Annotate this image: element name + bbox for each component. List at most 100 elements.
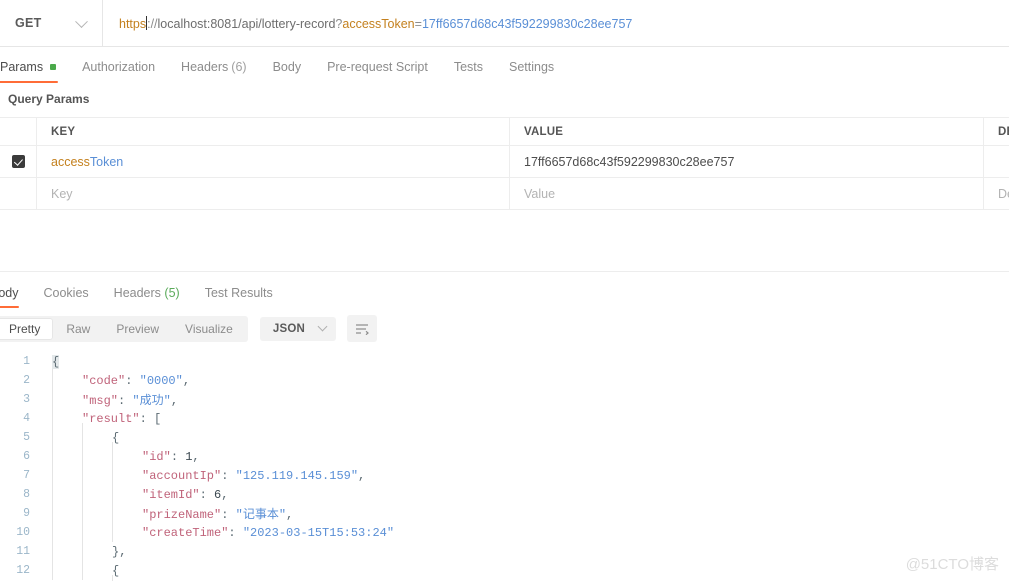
- code-text: "createTime": "2023-03-15T15:53:24": [40, 526, 394, 540]
- code-text: {: [40, 354, 60, 369]
- format-preview-label: Preview: [116, 321, 160, 336]
- code-token: "记事本": [235, 508, 287, 522]
- code-token: ,: [358, 468, 366, 483]
- row-description-cell[interactable]: [984, 146, 1009, 177]
- line-number: 12: [16, 564, 30, 577]
- query-params-title: Query Params: [8, 92, 90, 106]
- wrap-lines-button[interactable]: [346, 315, 377, 342]
- code-token: "prizeName": [142, 508, 222, 522]
- response-tab-headers[interactable]: Headers (5): [114, 286, 180, 308]
- param-key-part2: Token: [89, 154, 124, 169]
- response-tab-test-results[interactable]: Test Results: [205, 286, 273, 308]
- code-token: ,: [182, 373, 191, 388]
- language-selector-label: JSON: [272, 322, 305, 335]
- code-token: "0000": [139, 373, 183, 388]
- response-body-code[interactable]: 1{2 "code": "0000", 3 "msg": "成功", 4 "result"…: [0, 352, 1009, 581]
- code-token: ,: [221, 487, 229, 502]
- tab-pre-request-script-label: Pre-request Script: [327, 60, 428, 74]
- url-input[interactable]: https://localhost:8081/api/lottery-recor…: [103, 0, 1009, 47]
- chevron-down-icon: [317, 321, 328, 332]
- request-tab-bar: Params Authorization Headers (6) Body Pr…: [0, 47, 1009, 83]
- url-host: localhost:8081: [157, 16, 239, 31]
- tab-body-label: Body: [272, 60, 302, 74]
- row-checkbox-cell[interactable]: [0, 146, 37, 177]
- param-key-part1: access: [51, 154, 90, 169]
- code-line: 5{: [0, 428, 1009, 447]
- code-token: "125.119.145.159": [235, 468, 359, 483]
- param-value-text: 17ff6657d68c43f592299830c28ee757: [524, 154, 735, 169]
- http-method-selector[interactable]: GET: [0, 0, 103, 47]
- code-token: "itemId": [142, 487, 200, 502]
- code-text: "id": 1,: [40, 450, 200, 464]
- placeholder-value-text: Value: [524, 186, 556, 201]
- tab-authorization[interactable]: Authorization: [82, 60, 155, 83]
- pane-divider: [0, 271, 1009, 272]
- format-raw-label: Raw: [66, 321, 91, 336]
- format-pretty[interactable]: Pretty: [0, 317, 54, 340]
- tab-settings[interactable]: Settings: [509, 60, 554, 83]
- line-number: 5: [23, 431, 30, 444]
- code-token: "id": [142, 449, 171, 464]
- placeholder-checkbox-cell[interactable]: [0, 178, 37, 209]
- response-format-toolbar: Pretty Raw Preview Visualize JSON: [0, 315, 377, 342]
- row-value-cell[interactable]: 17ff6657d68c43f592299830c28ee757: [510, 146, 984, 177]
- code-text: {: [40, 564, 119, 578]
- table-row[interactable]: accessToken 17ff6657d68c43f592299830c28e…: [0, 146, 1009, 178]
- format-raw[interactable]: Raw: [53, 318, 103, 340]
- code-token: :: [139, 411, 155, 426]
- code-text: "prizeName": "记事本",: [40, 505, 293, 522]
- code-line: 2 "code": "0000",: [0, 371, 1009, 390]
- format-visualize-label: Visualize: [185, 321, 233, 336]
- query-params-table: KEY VALUE DE accessToken 17ff6657d68c43f…: [0, 117, 1009, 210]
- response-tab-headers-label: Headers: [113, 286, 161, 300]
- watermark: @51CTO博客: [905, 556, 999, 573]
- format-pretty-label: Pretty: [9, 321, 41, 336]
- language-selector[interactable]: JSON: [259, 316, 336, 341]
- code-token: "createTime": [142, 525, 229, 540]
- code-token: "2023-03-15T15:53:24": [242, 525, 395, 540]
- code-line: 3 "msg": "成功",: [0, 390, 1009, 409]
- tab-pre-request-script[interactable]: Pre-request Script: [327, 60, 428, 83]
- format-visualize[interactable]: Visualize: [172, 318, 246, 340]
- tab-tests[interactable]: Tests: [454, 60, 483, 83]
- header-description-cell: DE: [984, 118, 1009, 145]
- tab-headers-count: (6): [231, 60, 247, 74]
- header-checkbox-cell: [0, 118, 37, 145]
- code-token: :: [170, 449, 186, 464]
- tab-body[interactable]: Body: [273, 60, 302, 83]
- url-bar: GET https://localhost:8081/api/lottery-r…: [0, 0, 1009, 47]
- placeholder-key-cell[interactable]: Key: [37, 178, 510, 209]
- response-tab-test-results-label: Test Results: [204, 286, 273, 300]
- url-path: /api/lottery-record: [238, 16, 336, 31]
- tab-headers[interactable]: Headers (6): [181, 60, 247, 83]
- code-token: :: [221, 508, 236, 522]
- header-value-cell: VALUE: [510, 118, 984, 145]
- header-key-cell: KEY: [37, 118, 510, 145]
- code-text: {: [40, 431, 119, 445]
- row-key-cell[interactable]: accessToken: [37, 146, 510, 177]
- url-scheme: https: [119, 16, 147, 31]
- tab-params-label: Params: [0, 60, 44, 74]
- code-token: },: [112, 544, 127, 559]
- response-tab-body[interactable]: Body: [0, 286, 19, 308]
- line-number: 3: [23, 393, 30, 406]
- response-tab-cookies[interactable]: Cookies: [44, 286, 89, 308]
- line-number: 1: [23, 355, 30, 368]
- line-number: 6: [23, 450, 30, 463]
- code-token: {: [112, 563, 120, 578]
- format-preview[interactable]: Preview: [103, 318, 172, 340]
- line-number: 9: [23, 507, 30, 520]
- param-key-text: accessToken: [51, 155, 123, 169]
- column-header-key: KEY: [51, 125, 76, 138]
- line-number: 2: [23, 374, 30, 387]
- checkbox-checked-icon[interactable]: [11, 155, 25, 168]
- code-text: "itemId": 6,: [40, 488, 228, 502]
- placeholder-description-cell[interactable]: De: [984, 178, 1009, 209]
- column-header-value: VALUE: [524, 125, 564, 138]
- placeholder-key-text: Key: [51, 186, 73, 201]
- placeholder-value-cell[interactable]: Value: [510, 178, 984, 209]
- url-param-key: accessToken: [342, 16, 415, 31]
- table-header-row: KEY VALUE DE: [0, 117, 1009, 146]
- table-row-placeholder[interactable]: Key Value De: [0, 178, 1009, 210]
- tab-params[interactable]: Params: [0, 60, 59, 83]
